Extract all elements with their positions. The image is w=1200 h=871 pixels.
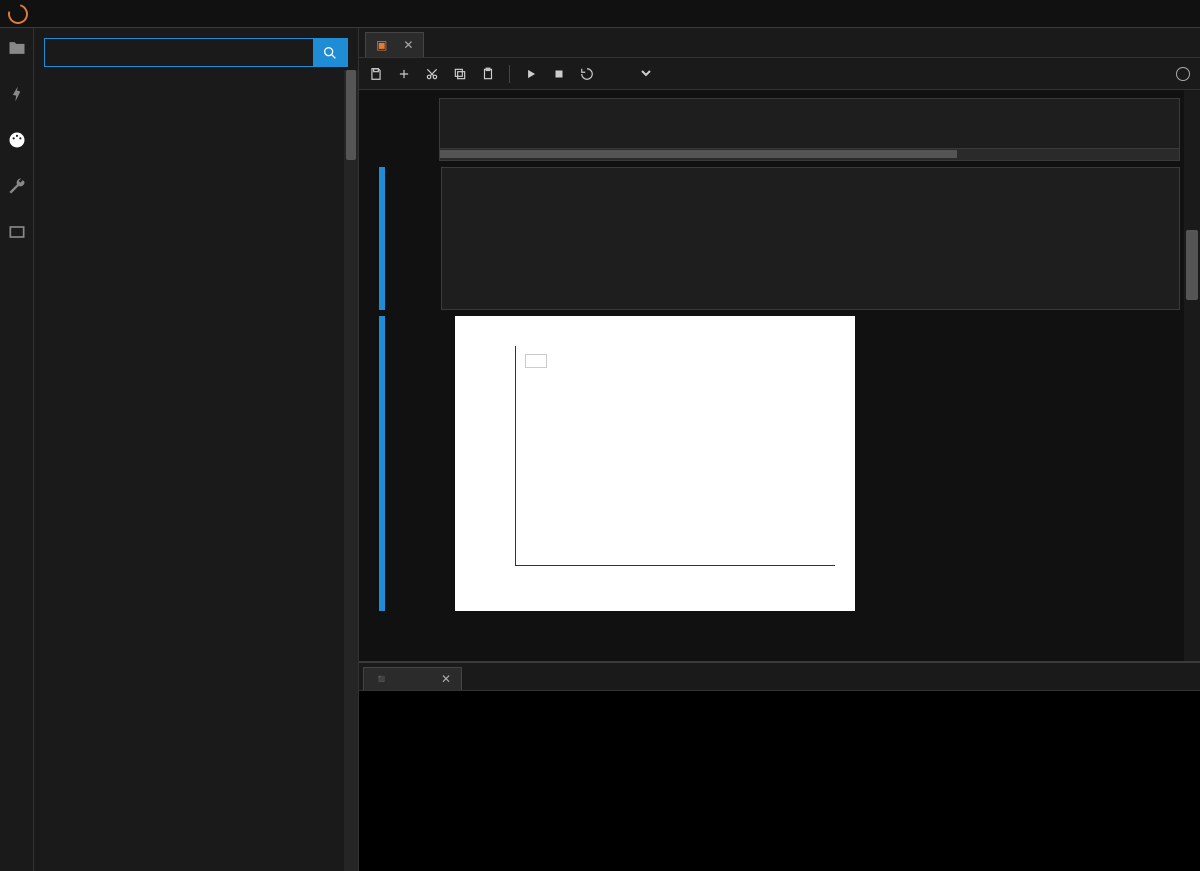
menubar bbox=[0, 0, 1200, 28]
code-cell bbox=[379, 98, 1180, 161]
terminal-icon: ◾ bbox=[374, 672, 389, 686]
tabs-icon[interactable] bbox=[7, 222, 27, 242]
search-icon bbox=[322, 45, 338, 61]
plot-output bbox=[455, 316, 855, 611]
search-box bbox=[44, 38, 348, 67]
cut-icon[interactable] bbox=[425, 67, 439, 81]
notebook-tab[interactable]: ▣ ✕ bbox=[365, 32, 424, 57]
copy-icon[interactable] bbox=[453, 67, 467, 81]
notebook-area[interactable] bbox=[359, 90, 1200, 661]
plot-legend bbox=[525, 354, 547, 368]
sidebar-scrollbar[interactable] bbox=[344, 70, 358, 871]
folder-icon[interactable] bbox=[7, 38, 27, 58]
notebook-icon: ▣ bbox=[376, 38, 387, 52]
wrench-icon[interactable] bbox=[7, 176, 27, 196]
command-palette-sidebar bbox=[34, 28, 359, 871]
save-icon[interactable] bbox=[369, 67, 383, 81]
notebook-scrollbar[interactable] bbox=[1184, 90, 1200, 661]
running-icon[interactable] bbox=[7, 84, 27, 104]
cell-prompt bbox=[379, 98, 439, 161]
notebook-toolbar bbox=[359, 58, 1200, 90]
kernel-status-icon[interactable] bbox=[1176, 67, 1190, 81]
cell-type-select[interactable] bbox=[608, 63, 654, 84]
search-input[interactable] bbox=[45, 39, 313, 66]
stop-icon[interactable] bbox=[552, 67, 566, 81]
terminal-tabbar: ◾ ✕ bbox=[359, 663, 1200, 691]
notebook-tabbar: ▣ ✕ bbox=[359, 28, 1200, 58]
horizontal-scrollbar[interactable] bbox=[439, 149, 1180, 161]
plot-axes bbox=[515, 346, 835, 566]
close-icon[interactable]: ✕ bbox=[403, 38, 413, 52]
cell-prompt bbox=[387, 167, 441, 310]
markdown-text bbox=[379, 611, 1180, 617]
search-button[interactable] bbox=[313, 39, 347, 66]
terminal-body[interactable] bbox=[359, 691, 1200, 871]
activity-bar bbox=[0, 28, 34, 871]
code-cell bbox=[379, 167, 1180, 310]
paste-icon[interactable] bbox=[481, 67, 495, 81]
palette-icon[interactable] bbox=[7, 130, 27, 150]
restart-icon[interactable] bbox=[580, 67, 594, 81]
run-icon[interactable] bbox=[524, 67, 538, 81]
code-input[interactable] bbox=[441, 167, 1180, 310]
cell-run-indicator bbox=[379, 316, 385, 611]
code-input[interactable] bbox=[439, 98, 1180, 149]
main-content: ▣ ✕ bbox=[359, 28, 1200, 871]
terminal-tab[interactable]: ◾ ✕ bbox=[363, 667, 462, 690]
close-icon[interactable]: ✕ bbox=[441, 672, 451, 686]
cell-run-indicator bbox=[379, 167, 385, 310]
terminal-panel: ◾ ✕ bbox=[359, 661, 1200, 871]
add-cell-icon[interactable] bbox=[397, 67, 411, 81]
jupyter-logo-icon bbox=[4, 0, 31, 27]
